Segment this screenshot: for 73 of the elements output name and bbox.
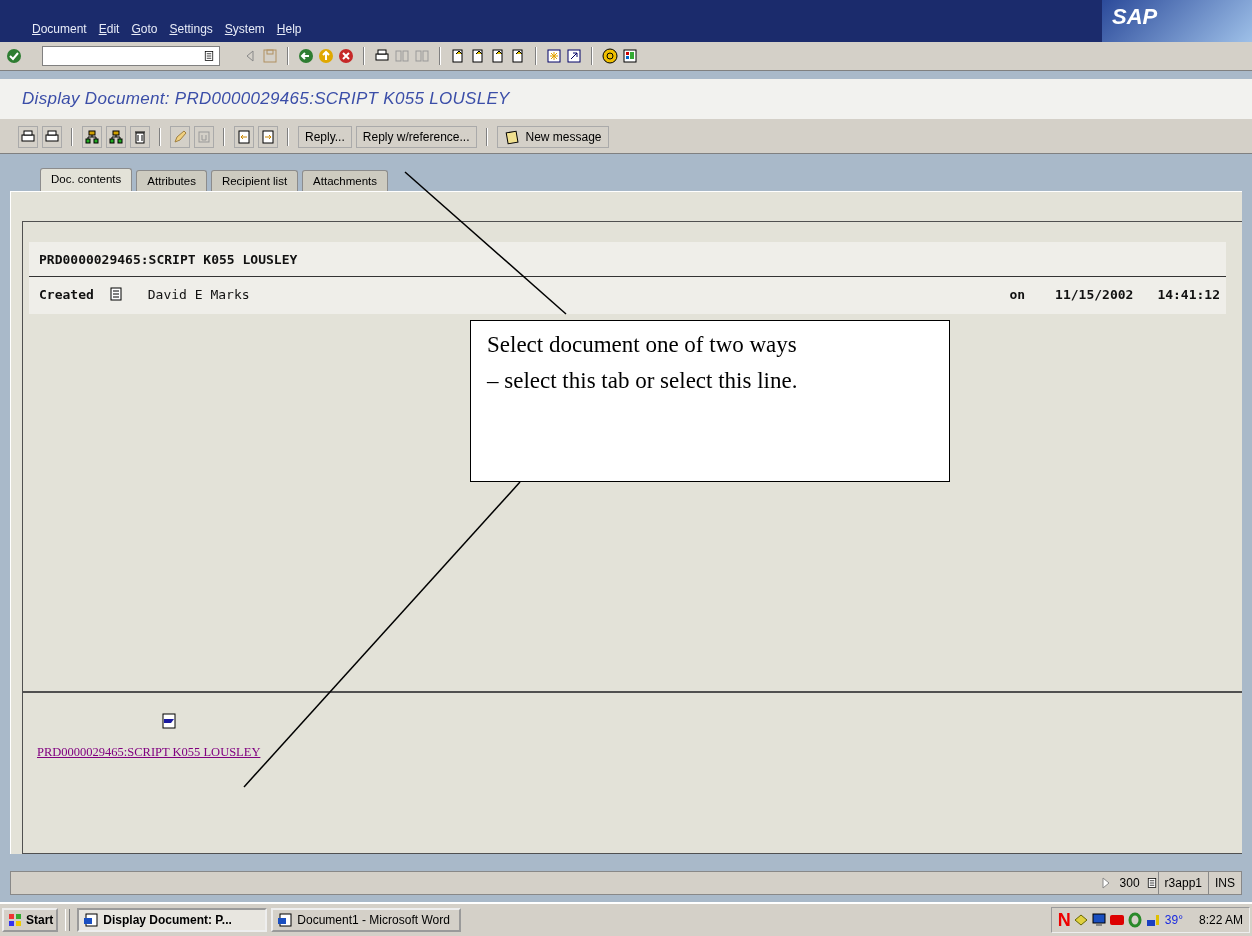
server-name: r3app1 <box>1157 872 1208 894</box>
menu-item[interactable]: Edit <box>98 22 120 36</box>
created-label: Created <box>39 286 94 302</box>
trash-icon <box>132 128 148 145</box>
check-icon[interactable] <box>6 48 22 64</box>
document-icon[interactable] <box>107 286 124 302</box>
new-session-icon[interactable] <box>546 48 562 64</box>
reply-button[interactable]: Reply w/reference... <box>355 125 477 148</box>
command-field[interactable] <box>42 46 220 66</box>
page-right-button[interactable] <box>258 125 278 148</box>
client-number: 300 <box>1118 876 1141 890</box>
shortcut-icon[interactable] <box>566 48 582 64</box>
taskbar-button[interactable]: Document1 - Microsoft Word <box>271 908 462 932</box>
tree-icon <box>84 128 100 145</box>
previous-page-icon[interactable] <box>470 48 486 64</box>
menu-item[interactable]: System <box>224 22 265 36</box>
tab[interactable]: Attachments <box>302 170 389 191</box>
sap-logo: SAP <box>1102 0 1252 42</box>
page-right-icon <box>260 128 276 145</box>
taskbar-button[interactable]: Display Document: P... <box>77 908 268 932</box>
stack-button[interactable] <box>42 125 62 148</box>
start-button[interactable]: Start <box>2 908 59 932</box>
pencil-icon <box>172 128 188 145</box>
page-left-icon <box>236 128 252 145</box>
structure-icon <box>108 128 124 145</box>
print-button[interactable] <box>18 125 38 148</box>
first-page-icon[interactable] <box>450 48 466 64</box>
last-page-icon[interactable] <box>510 48 526 64</box>
structure-button[interactable] <box>106 125 126 148</box>
on-label: on <box>1009 286 1026 302</box>
speaker-icon[interactable] <box>1144 912 1161 928</box>
layout-icon[interactable] <box>622 48 638 64</box>
monitor-icon[interactable] <box>1090 912 1107 928</box>
ring-icon[interactable] <box>1126 912 1143 928</box>
box-icon <box>196 128 212 145</box>
menu-item[interactable]: Help <box>276 22 302 36</box>
attachment-link[interactable]: PRD0000029465:SCRIPT K055 LOUSLEY <box>37 745 261 760</box>
attachment-icon[interactable] <box>161 713 177 729</box>
computers-icon <box>83 912 100 928</box>
menu-item[interactable]: Goto <box>131 22 158 36</box>
windows-icon <box>7 912 23 928</box>
list-icon[interactable] <box>203 50 215 62</box>
print-icon <box>20 128 36 145</box>
reply-button[interactable]: Reply... <box>298 125 352 148</box>
tab[interactable]: Attributes <box>136 170 207 191</box>
document-title: PRD0000029465:SCRIPT K055 LOUSLEY <box>39 251 298 267</box>
tree-button[interactable] <box>82 125 102 148</box>
stack-icon <box>44 128 60 145</box>
author-name: David E Marks <box>147 286 250 302</box>
word-document-icon <box>277 912 294 928</box>
created-time: 14:41:12 <box>1157 286 1220 302</box>
menu-item[interactable]: Settings <box>169 22 213 36</box>
list-icon[interactable] <box>1145 877 1158 889</box>
menu-item[interactable]: Document <box>32 22 87 36</box>
created-date: 11/15/2002 <box>1055 286 1134 302</box>
tray-icon[interactable] <box>1072 912 1089 928</box>
tab[interactable]: Doc. contents <box>40 168 133 191</box>
print-icon[interactable] <box>374 48 390 64</box>
back-icon[interactable] <box>298 48 314 64</box>
help-icon[interactable] <box>602 48 618 64</box>
tab[interactable]: Recipient list <box>210 170 299 191</box>
note-icon <box>503 128 520 145</box>
new-message-button[interactable]: New message <box>496 125 609 148</box>
input-mode: INS <box>1208 872 1241 894</box>
next-page-icon[interactable] <box>490 48 506 64</box>
temperature: 39° <box>1164 913 1183 927</box>
screen-title: Display Document: PRD0000029465:SCRIPT K055 LOUSLEY <box>22 89 510 109</box>
callout-text: – select this tab or select this line. <box>487 367 798 395</box>
trash-button[interactable] <box>130 125 150 148</box>
cancel-icon[interactable] <box>338 48 354 64</box>
page-left-button[interactable] <box>234 125 254 148</box>
callout-text: Select document one of two ways <box>487 331 797 359</box>
clock: 8:22 AM <box>1198 913 1243 927</box>
